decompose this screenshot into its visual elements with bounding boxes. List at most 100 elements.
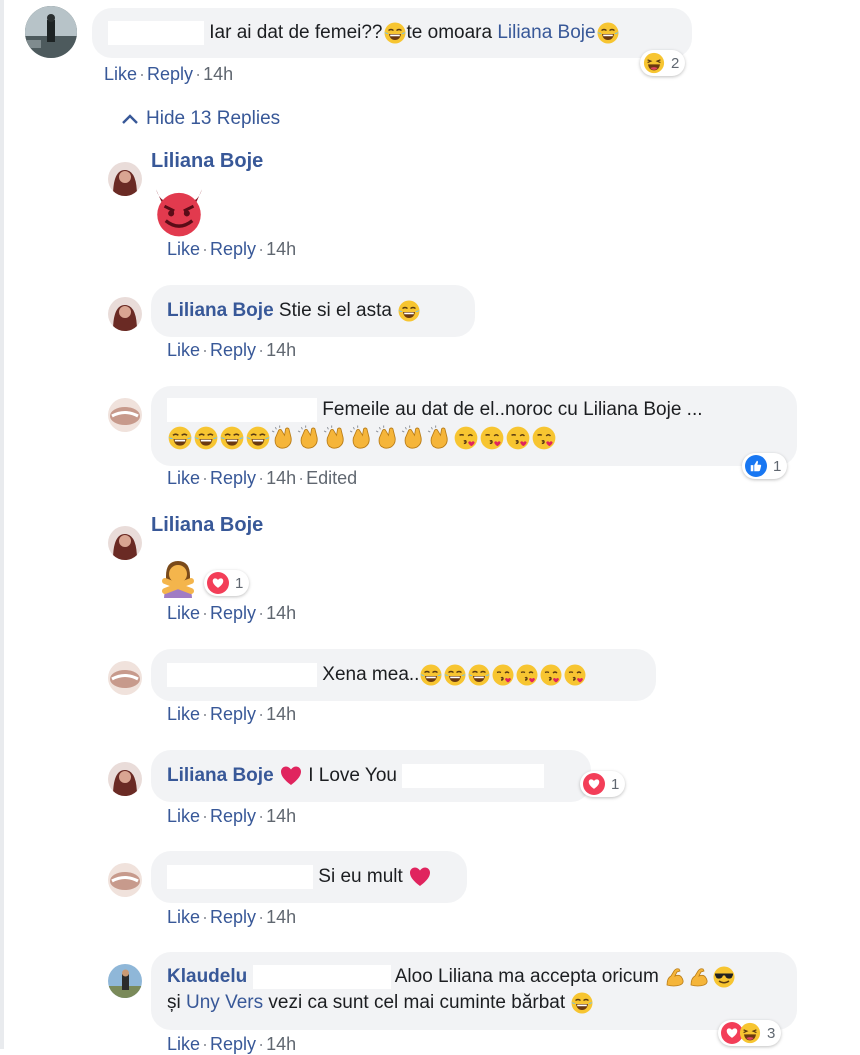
- reply-bubble: Xena mea..: [151, 649, 656, 701]
- reply-avatar-liliana[interactable]: [108, 526, 142, 560]
- reply-link[interactable]: Reply: [210, 603, 256, 623]
- avatar-photo-icon: [108, 398, 142, 432]
- reply-avatar-klaudelu[interactable]: [108, 964, 142, 998]
- reaction-count: 1: [773, 457, 782, 475]
- timestamp[interactable]: 14h: [266, 239, 296, 259]
- reply-bubble: Si eu mult: [151, 851, 467, 903]
- sunglasses-face-icon: [712, 965, 736, 989]
- reply-reactions[interactable]: 1: [580, 771, 626, 797]
- red-heart-icon: [408, 865, 432, 889]
- reply-author-name[interactable]: Liliana Boje: [151, 514, 263, 537]
- main-comment-text-1: Iar ai dat de femei??: [209, 22, 383, 43]
- clapping-hands-icon: [323, 425, 349, 451]
- reply-link[interactable]: Reply: [210, 806, 256, 826]
- reply-actions: Like · Reply · 14h: [167, 704, 297, 724]
- hide-replies-label: Hide 13 Replies: [146, 108, 281, 129]
- love-reaction-icon: [207, 572, 229, 594]
- reply-avatar[interactable]: [108, 661, 142, 695]
- face-blowing-kiss-icon: [539, 663, 563, 687]
- reply-actions: Like · Reply · 14h: [167, 340, 297, 360]
- reply-avatar-liliana[interactable]: [108, 762, 142, 796]
- reply-actions: Like · Reply · 14h: [167, 603, 297, 623]
- reply-text: și: [167, 992, 181, 1013]
- reply-reactions[interactable]: 1: [742, 453, 788, 479]
- tears-of-joy-icon: [193, 425, 219, 451]
- reply-reactions[interactable]: 3: [718, 1020, 782, 1046]
- like-reaction-icon: [745, 455, 767, 477]
- haha-reaction-icon: [739, 1022, 761, 1044]
- reply-author-name[interactable]: Klaudelu: [167, 966, 247, 987]
- reply-author-name[interactable]: Liliana Boje: [167, 300, 274, 321]
- reply-link[interactable]: Reply: [147, 64, 193, 84]
- flexed-biceps-icon: [688, 965, 712, 989]
- tears-of-joy-icon: [467, 663, 491, 687]
- face-blowing-kiss-icon: [505, 425, 531, 451]
- main-comment-reactions[interactable]: 2: [640, 50, 686, 76]
- reply-link[interactable]: Reply: [210, 239, 256, 259]
- timestamp[interactable]: 14h: [266, 907, 296, 927]
- reply-link[interactable]: Reply: [210, 1034, 256, 1054]
- reply-actions: Like · Reply · 14h · Edited: [167, 468, 358, 488]
- like-link[interactable]: Like: [167, 1034, 200, 1054]
- redacted-name: [167, 397, 317, 422]
- reply-avatar-liliana[interactable]: [108, 297, 142, 331]
- avatar-photo-icon: [108, 762, 142, 796]
- reaction-count: 1: [235, 574, 244, 592]
- avatar-photo-icon: [108, 661, 142, 695]
- reply-bubble: Liliana Boje Stie si el asta: [151, 285, 475, 337]
- reply-author-name[interactable]: Liliana Boje: [151, 150, 263, 173]
- page-left-border: [0, 0, 4, 1049]
- commenter-avatar[interactable]: [25, 6, 77, 58]
- reply-link[interactable]: Reply: [210, 468, 256, 488]
- like-link[interactable]: Like: [167, 704, 200, 724]
- face-blowing-kiss-icon: [563, 663, 587, 687]
- avatar-photo-icon: [108, 162, 142, 196]
- timestamp[interactable]: 14h: [266, 603, 296, 623]
- hide-replies-toggle[interactable]: Hide 13 Replies: [120, 108, 280, 130]
- mention-link[interactable]: Liliana Boje: [497, 22, 595, 43]
- reply-link[interactable]: Reply: [210, 704, 256, 724]
- reply-text: I Love You: [308, 765, 397, 786]
- like-link[interactable]: Like: [167, 907, 200, 927]
- reply-text: Aloo Liliana ma accepta oricum: [394, 966, 659, 987]
- reply-avatar-liliana[interactable]: [108, 162, 142, 196]
- timestamp[interactable]: 14h: [266, 468, 296, 488]
- reply-bubble: Femeile au dat de el..noroc cu Liliana B…: [151, 386, 797, 466]
- timestamp[interactable]: 14h: [266, 806, 296, 826]
- reply-avatar[interactable]: [108, 863, 142, 897]
- like-link[interactable]: Like: [167, 239, 200, 259]
- tears-of-joy-icon: [419, 663, 443, 687]
- like-link[interactable]: Like: [167, 806, 200, 826]
- haha-reaction-icon: [643, 52, 665, 74]
- tears-of-joy-icon: [219, 425, 245, 451]
- timestamp[interactable]: 14h: [266, 1034, 296, 1054]
- main-comment-actions: Like · Reply · 14h: [104, 64, 234, 84]
- reply-avatar[interactable]: [108, 398, 142, 432]
- redacted-name: [252, 964, 391, 989]
- reply-text: Femeile au dat de el..noroc cu Liliana B…: [322, 399, 703, 420]
- reply-reactions[interactable]: 1: [204, 570, 250, 596]
- reply-link[interactable]: Reply: [210, 907, 256, 927]
- chevron-up-icon: [122, 114, 138, 124]
- reply-author-name[interactable]: Liliana Boje: [167, 765, 274, 786]
- mention-link[interactable]: Uny Vers: [186, 992, 263, 1013]
- like-link[interactable]: Like: [167, 468, 200, 488]
- face-blowing-kiss-icon: [531, 425, 557, 451]
- timestamp[interactable]: 14h: [266, 340, 296, 360]
- redacted-name: [108, 20, 204, 45]
- reply-actions: Like · Reply · 14h: [167, 239, 297, 259]
- reply-text: Si eu mult: [318, 866, 403, 887]
- like-link[interactable]: Like: [104, 64, 137, 84]
- avatar-photo-icon: [108, 964, 142, 998]
- face-blowing-kiss-icon: [479, 425, 505, 451]
- reply-link[interactable]: Reply: [210, 340, 256, 360]
- timestamp[interactable]: 14h: [266, 704, 296, 724]
- like-link[interactable]: Like: [167, 340, 200, 360]
- tears-of-joy-icon: [443, 663, 467, 687]
- emoji-row: [167, 425, 781, 453]
- like-link[interactable]: Like: [167, 603, 200, 623]
- avatar-photo-icon: [108, 863, 142, 897]
- reaction-count: 3: [767, 1024, 776, 1042]
- edited-label[interactable]: Edited: [306, 468, 357, 488]
- timestamp[interactable]: 14h: [203, 64, 233, 84]
